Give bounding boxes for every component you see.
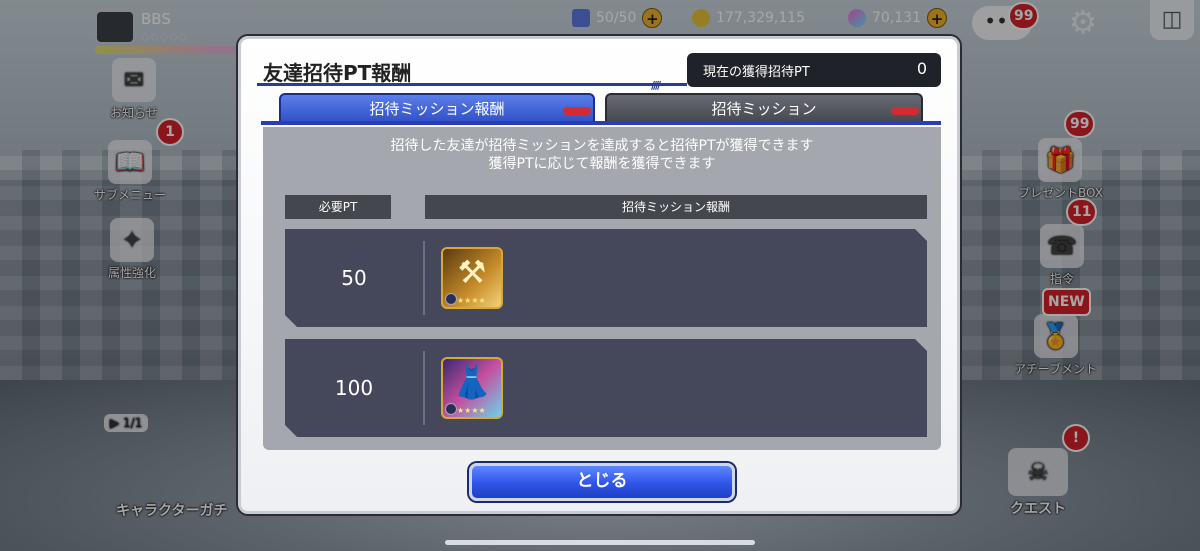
- title-underline: [257, 83, 687, 86]
- element-type-icon: [445, 293, 457, 305]
- reward-panel: 招待した友達が招待ミッションを達成すると招待PTが獲得できます 獲得PTに応じて…: [263, 127, 941, 450]
- required-pt-value: 100: [334, 376, 374, 400]
- element-type-icon: [445, 403, 457, 415]
- tab-rule: [261, 121, 941, 125]
- current-points-value: 0: [916, 59, 927, 78]
- row-divider: [423, 241, 425, 315]
- tab-corner-accent: [891, 107, 919, 115]
- rarity-stars-icon: ★★★★: [457, 406, 486, 415]
- current-points-box: 現在の獲得招待PT 0: [687, 53, 941, 87]
- invite-reward-dialog: 友達招待PT報酬 //// 現在の獲得招待PT 0 招待ミッション報酬 招待ミッ…: [238, 36, 960, 514]
- title-slashes-decoration: ////: [651, 79, 661, 92]
- tab-invite-mission-rewards[interactable]: 招待ミッション報酬: [279, 93, 595, 123]
- table-row: 50 ⚒ ★★★★: [285, 229, 927, 327]
- rarity-stars-icon: ★★★★: [457, 296, 486, 305]
- dialog-title: 友達招待PT報酬: [263, 61, 412, 85]
- row-divider: [423, 351, 425, 425]
- dress-icon: 👗: [452, 363, 492, 401]
- reward-description: 招待した友達が招待ミッションを達成すると招待PTが獲得できます 獲得PTに応じて…: [263, 137, 941, 173]
- current-points-label: 現在の獲得招待PT: [703, 65, 810, 80]
- home-indicator[interactable]: [445, 540, 755, 545]
- rainbow-dress-item-icon[interactable]: 👗 ★★★★: [441, 357, 503, 419]
- hammer-icon: ⚒: [457, 253, 487, 291]
- tab-invite-missions[interactable]: 招待ミッション: [605, 93, 923, 123]
- description-line-1: 招待した友達が招待ミッションを達成すると招待PTが獲得できます: [390, 138, 814, 154]
- description-line-2: 獲得PTに応じて報酬を獲得できます: [488, 156, 716, 172]
- header-reward: 招待ミッション報酬: [425, 195, 927, 219]
- table-row: 100 👗 ★★★★: [285, 339, 927, 437]
- close-button[interactable]: とじる: [469, 463, 735, 501]
- tab-label: 招待ミッション報酬: [369, 100, 505, 118]
- golden-hammer-item-icon[interactable]: ⚒ ★★★★: [441, 247, 503, 309]
- tab-label: 招待ミッション: [711, 100, 817, 118]
- header-required-pt: 必要PT: [285, 195, 391, 219]
- required-pt-value: 50: [341, 266, 367, 290]
- tab-corner-accent: [563, 107, 591, 115]
